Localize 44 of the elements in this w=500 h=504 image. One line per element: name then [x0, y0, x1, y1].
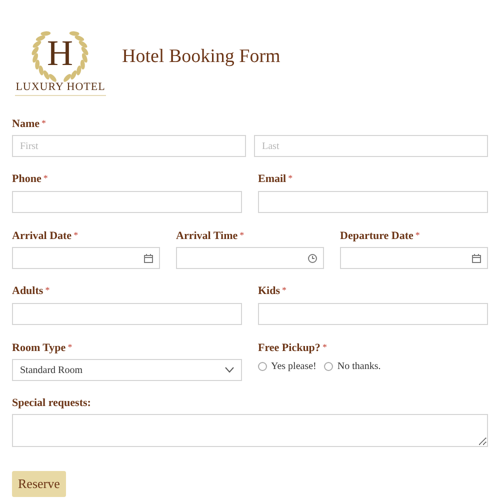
special-requests-field[interactable]: [12, 414, 488, 447]
input-field[interactable]: Last: [254, 135, 488, 157]
field-label: Room Type: [12, 342, 66, 355]
radio-option[interactable]: Yes please!: [258, 359, 316, 374]
required-mark: *: [415, 230, 420, 240]
logo-initial: H: [47, 34, 73, 72]
field-label: Phone: [12, 173, 42, 186]
required-mark: *: [282, 285, 287, 295]
field-label: Adults: [12, 285, 44, 298]
input-field[interactable]: [258, 191, 488, 213]
time-field[interactable]: [176, 247, 324, 269]
field-label: Special requests:: [12, 397, 91, 410]
input-field[interactable]: First: [12, 135, 246, 157]
radio-button[interactable]: [258, 362, 267, 371]
input-field[interactable]: [12, 191, 242, 213]
required-mark: *: [240, 230, 244, 240]
required-mark: *: [322, 342, 327, 352]
input-field[interactable]: [12, 303, 242, 325]
room-type-select[interactable]: Standard Room: [12, 359, 242, 381]
required-mark: *: [45, 285, 50, 295]
field-label: Kids: [258, 285, 280, 298]
form-title: Hotel Booking Form: [122, 44, 280, 69]
calendar-icon: [144, 254, 153, 262]
field-label: Free Pickup?: [258, 342, 320, 355]
date-field[interactable]: [340, 247, 488, 269]
field-label: Name: [12, 118, 40, 131]
required-mark: *: [74, 230, 78, 240]
input-field[interactable]: [258, 303, 488, 325]
field-label: Email: [258, 173, 286, 186]
required-mark: *: [43, 173, 48, 183]
required-mark: *: [68, 342, 72, 352]
required-mark: *: [42, 118, 46, 128]
field-label: Arrival Time: [176, 230, 238, 243]
logo-name: LUXURY HOTEL: [15, 80, 106, 96]
reserve-button[interactable]: Reserve: [12, 471, 66, 497]
date-field[interactable]: [12, 247, 160, 269]
chevron-down-icon: [225, 367, 234, 373]
field-label: Departure Date: [340, 230, 414, 243]
clock-icon: [308, 254, 317, 262]
calendar-icon: [472, 254, 481, 262]
radio-button[interactable]: [324, 362, 334, 371]
radio-option[interactable]: No thanks.: [324, 359, 381, 374]
required-mark: *: [288, 173, 293, 183]
field-label: Arrival Date: [12, 230, 72, 243]
